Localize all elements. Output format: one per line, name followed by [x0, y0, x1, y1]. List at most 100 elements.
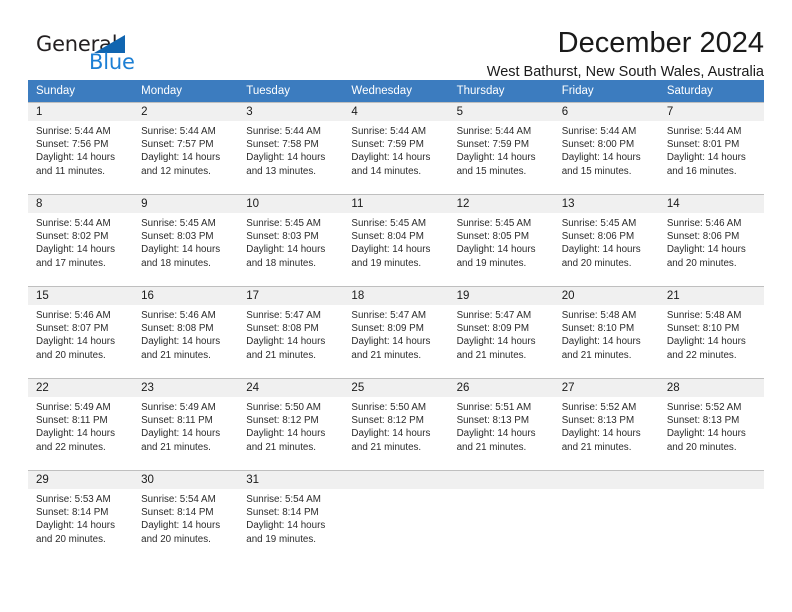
day-number: 16: [133, 287, 239, 305]
day-cell-inner: 13 Sunrise: 5:45 AM Sunset: 8:06 PM Dayligh…: [553, 194, 659, 286]
day-cell-inner: 4 Sunrise: 5:44 AM Sunset: 7:59 PM Daylight…: [343, 102, 449, 194]
day-daylight-line-text: Daylight: 14 hours: [666, 152, 746, 164]
calendar-day-cell[interactable]: 8 Sunrise: 5:44 AM Sunset: 8:02 PM Daylight…: [28, 194, 134, 286]
calendar-day-cell[interactable]: 7 Sunrise: 5:44 AM Sunset: 8:01 PM Daylight…: [658, 102, 764, 194]
calendar-day-cell[interactable]: 22 Sunrise: 5:49 AM Sunset: 8:11 PM Dayligh…: [28, 378, 134, 470]
day-sunset-text: Sunset: 8:04 PM: [351, 231, 424, 243]
day-details: Sunrise: 5:48 AM Sunset: 8:10 PM Daylight:…: [554, 305, 659, 362]
calendar-day-cell[interactable]: 10 Sunrise: 5:45 AM Sunset: 8:03 PM Dayligh…: [238, 194, 344, 286]
day-sunrise-text: Sunrise: 5:46 AM: [666, 218, 742, 229]
day-sunset-text: Sunset: 8:05 PM: [456, 231, 529, 243]
calendar-day-cell[interactable]: 18 Sunrise: 5:47 AM Sunset: 8:09 PM Dayligh…: [343, 286, 449, 378]
calendar-day-cell[interactable]: 17 Sunrise: 5:47 AM Sunset: 8:08 PM Dayligh…: [238, 286, 344, 378]
calendar-day-cell[interactable]: 26 Sunrise: 5:51 AM Sunset: 8:13 PM Dayligh…: [448, 378, 554, 470]
day-cell-inner: 27 Sunrise: 5:52 AM Sunset: 8:13 PM Dayligh…: [553, 378, 659, 470]
day-sunset-text: Sunset: 8:10 PM: [666, 323, 740, 335]
day-details: Sunrise: 5:50 AM Sunset: 8:12 PM Daylight:…: [343, 397, 448, 454]
day-daylight-line-text: and 11 minutes.: [36, 165, 105, 177]
day-number: [448, 471, 554, 489]
day-cell-inner: 5 Sunrise: 5:44 AM Sunset: 7:59 PM Daylight…: [448, 102, 554, 194]
day-sunrise-text: Sunrise: 5:50 AM: [246, 402, 321, 413]
calendar-day-cell[interactable]: 5 Sunrise: 5:44 AM Sunset: 7:59 PM Daylight…: [448, 102, 554, 194]
calendar-day-cell[interactable]: 13 Sunrise: 5:45 AM Sunset: 8:06 PM Dayligh…: [553, 194, 659, 286]
calendar-day-cell[interactable]: 29 Sunrise: 5:53 AM Sunset: 8:14 PM Dayligh…: [28, 470, 134, 562]
calendar-day-cell[interactable]: 24 Sunrise: 5:50 AM Sunset: 8:12 PM Dayligh…: [238, 378, 344, 470]
day-number: 22: [28, 379, 134, 397]
calendar-week-row: 8 Sunrise: 5:44 AM Sunset: 8:02 PM Daylight…: [28, 194, 764, 286]
calendar-day-cell[interactable]: 21 Sunrise: 5:48 AM Sunset: 8:10 PM Dayligh…: [658, 286, 764, 378]
weekday-header-monday: Monday: [133, 80, 239, 102]
day-sunset-text: Sunset: 8:03 PM: [141, 231, 214, 243]
day-details: Sunrise: 5:49 AM Sunset: 8:11 PM Daylight:…: [28, 397, 133, 454]
day-cell-inner: 6 Sunrise: 5:44 AM Sunset: 8:00 PM Daylight…: [553, 102, 659, 194]
day-sunrise-text: Sunrise: 5:46 AM: [36, 310, 111, 321]
day-sunset-text: Sunset: 8:06 PM: [561, 231, 635, 243]
day-details: Sunrise: 5:44 AM Sunset: 7:59 PM Daylight:…: [449, 121, 554, 178]
day-sunset-text: Sunset: 8:08 PM: [141, 323, 214, 335]
day-sunrise-text: Sunrise: 5:44 AM: [141, 126, 216, 137]
page-header: General Blue December 2024 West Bathurst…: [28, 0, 764, 81]
calendar-day-cell[interactable]: 28 Sunrise: 5:52 AM Sunset: 8:13 PM Dayligh…: [658, 378, 764, 470]
day-cell-inner: 30 Sunrise: 5:54 AM Sunset: 8:14 PM Dayligh…: [133, 470, 239, 562]
day-details: Sunrise: 5:47 AM Sunset: 8:09 PM Daylight:…: [343, 305, 448, 362]
day-number: 4: [343, 103, 449, 121]
calendar-day-cell[interactable]: 25 Sunrise: 5:50 AM Sunset: 8:12 PM Dayligh…: [343, 378, 449, 470]
calendar-day-cell[interactable]: 27 Sunrise: 5:52 AM Sunset: 8:13 PM Dayligh…: [553, 378, 659, 470]
day-number: 15: [28, 287, 134, 305]
calendar-day-cell[interactable]: 16 Sunrise: 5:46 AM Sunset: 8:08 PM Dayligh…: [133, 286, 239, 378]
day-cell-inner: 3 Sunrise: 5:44 AM Sunset: 7:58 PM Daylight…: [238, 102, 344, 194]
calendar-day-cell[interactable]: 31 Sunrise: 5:54 AM Sunset: 8:14 PM Dayligh…: [238, 470, 344, 562]
day-daylight-line-text: and 15 minutes.: [561, 165, 632, 177]
day-number: 7: [658, 103, 764, 121]
title-block: December 2024 West Bathurst, New South W…: [168, 28, 764, 81]
calendar-day-cell[interactable]: 12 Sunrise: 5:45 AM Sunset: 8:05 PM Dayligh…: [448, 194, 554, 286]
day-daylight-line-text: Daylight: 14 hours: [561, 428, 641, 440]
day-daylight-line-text: Daylight: 14 hours: [36, 520, 115, 532]
general-blue-logo[interactable]: General Blue: [28, 28, 168, 80]
day-daylight-line-text: and 20 minutes.: [561, 257, 632, 269]
weekday-header-tuesday: Tuesday: [238, 80, 344, 102]
day-sunrise-text: Sunrise: 5:44 AM: [246, 126, 321, 137]
day-daylight-line-text: and 16 minutes.: [666, 165, 737, 177]
day-daylight-line-text: Daylight: 14 hours: [561, 152, 641, 164]
calendar-day-cell[interactable]: 6 Sunrise: 5:44 AM Sunset: 8:00 PM Daylight…: [553, 102, 659, 194]
day-details: Sunrise: 5:48 AM Sunset: 8:10 PM Daylight:…: [659, 305, 764, 362]
day-sunrise-text: Sunrise: 5:51 AM: [456, 402, 532, 413]
day-number: 11: [343, 195, 449, 213]
day-daylight-line-text: and 18 minutes.: [246, 257, 316, 269]
day-details: Sunrise: 5:45 AM Sunset: 8:05 PM Daylight:…: [449, 213, 554, 270]
day-number: 27: [553, 379, 659, 397]
calendar-day-cell[interactable]: 3 Sunrise: 5:44 AM Sunset: 7:58 PM Daylight…: [238, 102, 344, 194]
calendar-day-cell[interactable]: 11 Sunrise: 5:45 AM Sunset: 8:04 PM Dayligh…: [343, 194, 449, 286]
day-number: 5: [448, 103, 554, 121]
weekday-header-saturday: Saturday: [658, 80, 764, 102]
day-sunrise-text: Sunrise: 5:45 AM: [456, 218, 532, 229]
day-number: 19: [448, 287, 554, 305]
calendar-day-cell[interactable]: 9 Sunrise: 5:45 AM Sunset: 8:03 PM Daylight…: [133, 194, 239, 286]
day-number: 28: [658, 379, 764, 397]
calendar-day-cell[interactable]: 14 Sunrise: 5:46 AM Sunset: 8:06 PM Dayligh…: [658, 194, 764, 286]
day-daylight-line-text: and 20 minutes.: [141, 533, 211, 545]
day-daylight-line-text: Daylight: 14 hours: [246, 336, 326, 348]
calendar-day-cell[interactable]: 23 Sunrise: 5:49 AM Sunset: 8:11 PM Dayligh…: [133, 378, 239, 470]
calendar-body: 1 Sunrise: 5:44 AM Sunset: 7:56 PM Daylight…: [28, 102, 764, 562]
calendar-day-cell[interactable]: 15 Sunrise: 5:46 AM Sunset: 8:07 PM Dayligh…: [28, 286, 134, 378]
day-sunset-text: Sunset: 8:10 PM: [561, 323, 635, 335]
day-daylight-line-text: and 19 minutes.: [246, 533, 316, 545]
calendar-day-cell[interactable]: 30 Sunrise: 5:54 AM Sunset: 8:14 PM Dayligh…: [133, 470, 239, 562]
day-daylight-line-text: Daylight: 14 hours: [246, 428, 326, 440]
day-details: Sunrise: 5:46 AM Sunset: 8:08 PM Daylight:…: [133, 305, 238, 362]
day-sunrise-text: Sunrise: 5:44 AM: [456, 126, 532, 137]
calendar-day-cell[interactable]: 2 Sunrise: 5:44 AM Sunset: 7:57 PM Daylight…: [133, 102, 239, 194]
calendar-day-cell[interactable]: 1 Sunrise: 5:44 AM Sunset: 7:56 PM Daylight…: [28, 102, 134, 194]
day-number: [553, 471, 659, 489]
day-number: 12: [448, 195, 554, 213]
calendar-day-cell[interactable]: 19 Sunrise: 5:47 AM Sunset: 8:09 PM Dayligh…: [448, 286, 554, 378]
calendar-day-cell[interactable]: 4 Sunrise: 5:44 AM Sunset: 7:59 PM Daylight…: [343, 102, 449, 194]
day-daylight-line-text: and 17 minutes.: [36, 257, 106, 269]
calendar-week-row: 22 Sunrise: 5:49 AM Sunset: 8:11 PM Dayligh…: [28, 378, 764, 470]
day-daylight-line-text: and 22 minutes.: [36, 441, 106, 453]
day-daylight-line-text: Daylight: 14 hours: [351, 152, 431, 164]
day-sunset-text: Sunset: 8:11 PM: [36, 415, 108, 427]
calendar-day-cell[interactable]: 20 Sunrise: 5:48 AM Sunset: 8:10 PM Dayligh…: [553, 286, 659, 378]
